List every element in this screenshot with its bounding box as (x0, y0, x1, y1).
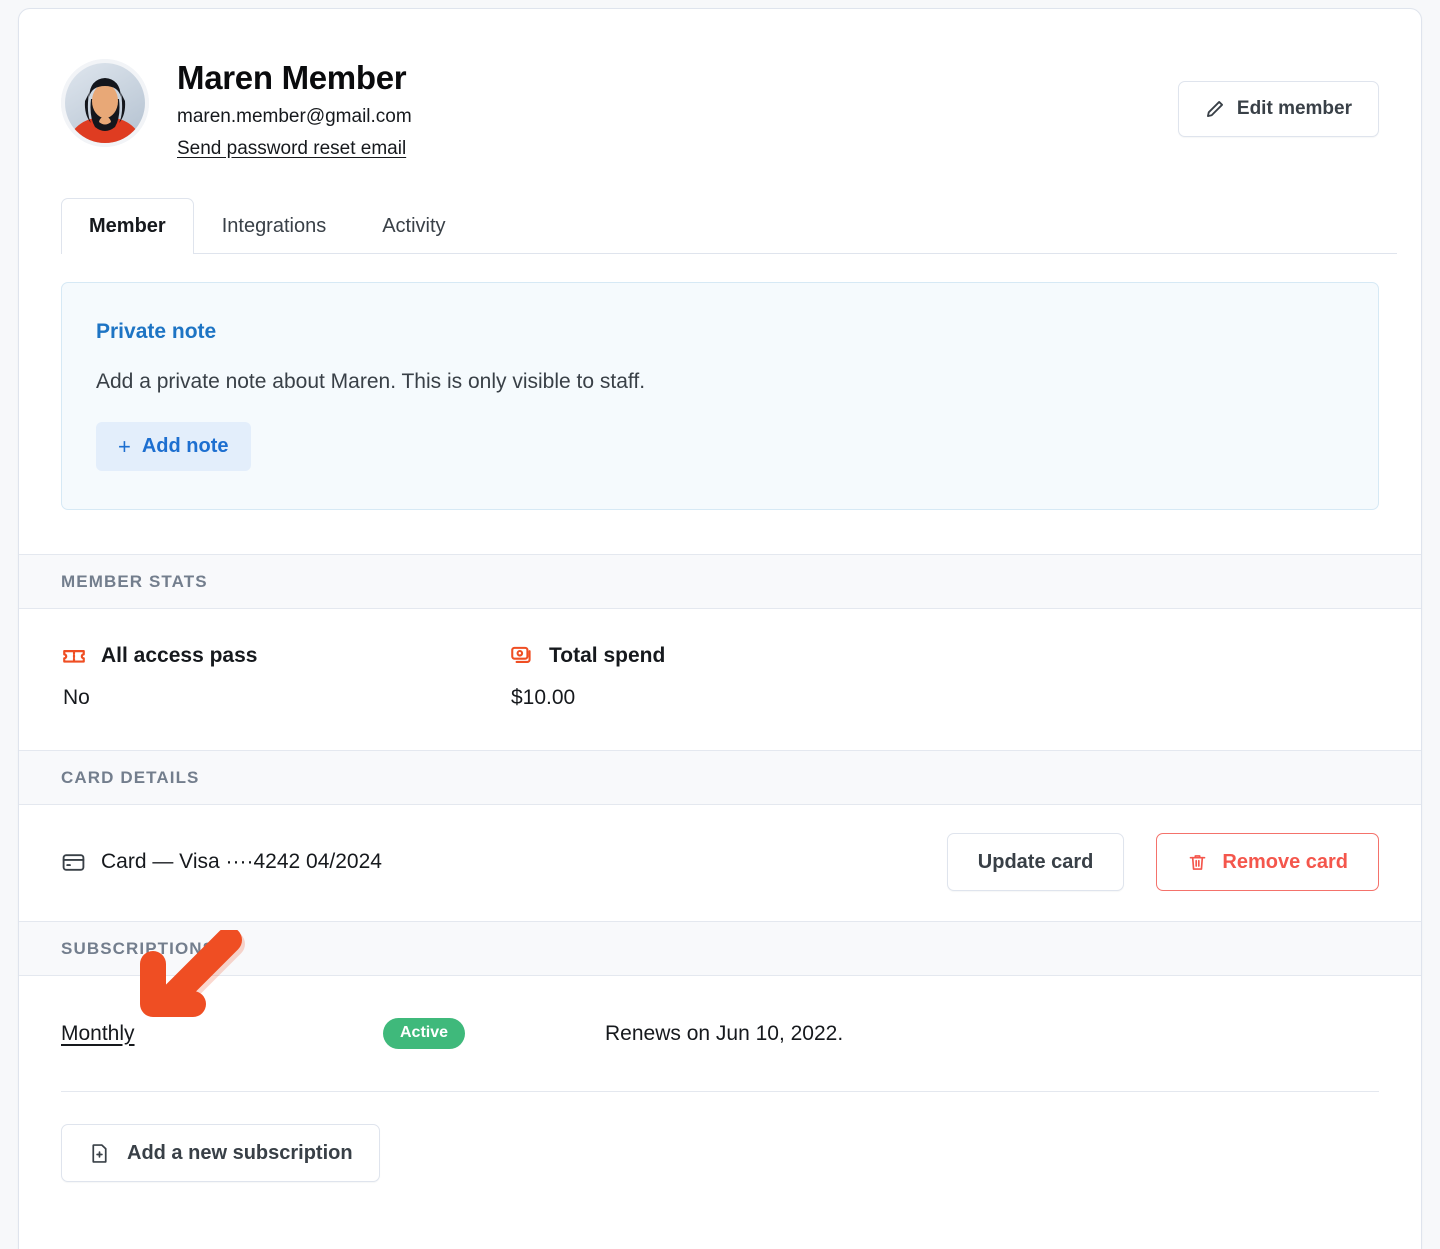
plus-icon: + (118, 433, 131, 459)
add-note-label: Add note (141, 435, 229, 458)
tab-bar: Member Integrations Activity (19, 198, 1421, 256)
add-new-subscription-button[interactable]: Add a new subscription (61, 1124, 380, 1183)
add-note-button[interactable]: + Add note (96, 422, 251, 472)
update-card-button[interactable]: Update card (946, 833, 1125, 892)
private-note-body: Add a private note about Maren. This is … (96, 369, 646, 393)
pencil-icon (1205, 99, 1225, 119)
section-header-member-stats: MEMBER STATS (19, 554, 1421, 610)
avatar-illustration (61, 59, 149, 147)
subscription-name-link[interactable]: Monthly (61, 1022, 383, 1046)
subscription-renewal-text: Renews on Jun 10, 2022. (605, 1021, 844, 1045)
stat-head: All access pass (61, 643, 509, 669)
tab-integrations[interactable]: Integrations (194, 198, 355, 254)
card-info: Card — Visa ····4242 04/2024 (61, 850, 947, 875)
member-card: Maren Member maren.member@gmail.com Send… (18, 8, 1422, 1249)
card-description: Card — Visa ····4242 04/2024 (101, 850, 382, 874)
stat-label: All access pass (101, 644, 258, 668)
document-plus-icon (88, 1142, 111, 1165)
stat-label: Total spend (549, 644, 666, 668)
subscriptions-body: Monthly Active Renews on Jun 10, 2022. (19, 927, 1421, 1093)
member-email: maren.member@gmail.com (177, 105, 412, 127)
page-title: Maren Member (177, 59, 407, 96)
private-note-title: Private note (96, 320, 217, 344)
status-badge: Active (383, 1018, 466, 1050)
section-header-subscriptions: SUBSCRIPTIONS (19, 921, 1421, 977)
private-note-section: Private note Add a private note about Ma… (19, 254, 1421, 554)
tab-activity[interactable]: Activity (354, 198, 473, 254)
member-identity: Maren Member maren.member@gmail.com Send… (177, 55, 412, 160)
stat-all-access-pass: All access pass No (61, 643, 509, 710)
section-header-card-details: CARD DETAILS (19, 750, 1421, 806)
subscription-status: Active (383, 1018, 605, 1050)
ticket-icon (61, 643, 87, 669)
stat-value: $10.00 (511, 686, 576, 710)
member-stats-row: All access pass No Total spend $10.00 (19, 609, 1421, 750)
add-subscription-wrap: Add a new subscription (19, 1092, 1421, 1226)
remove-card-label: Remove card (1222, 850, 1348, 873)
stat-head: Total spend (509, 643, 957, 669)
tab-member[interactable]: Member (61, 198, 194, 256)
stat-value: No (63, 686, 90, 710)
send-password-reset-link[interactable]: Send password reset email (177, 137, 406, 161)
edit-member-label: Edit member (1236, 98, 1352, 119)
private-note-box: Private note Add a private note about Ma… (61, 282, 1379, 511)
stat-total-spend: Total spend $10.00 (509, 643, 957, 710)
subscription-row: Monthly Active Renews on Jun 10, 2022. (61, 976, 1379, 1093)
member-header: Maren Member maren.member@gmail.com Send… (19, 9, 1421, 160)
add-new-subscription-label: Add a new subscription (127, 1141, 353, 1164)
card-details-row: Card — Visa ····4242 04/2024 Update card… (19, 805, 1421, 921)
avatar (61, 59, 149, 147)
remove-card-button[interactable]: Remove card (1156, 833, 1379, 892)
member-detail-page: Maren Member maren.member@gmail.com Send… (0, 0, 1440, 1249)
credit-card-icon (61, 850, 86, 875)
card-actions: Update card Remove card (946, 833, 1379, 892)
trash-icon (1187, 852, 1208, 873)
money-icon (509, 643, 535, 669)
edit-member-button[interactable]: Edit member (1177, 81, 1379, 137)
